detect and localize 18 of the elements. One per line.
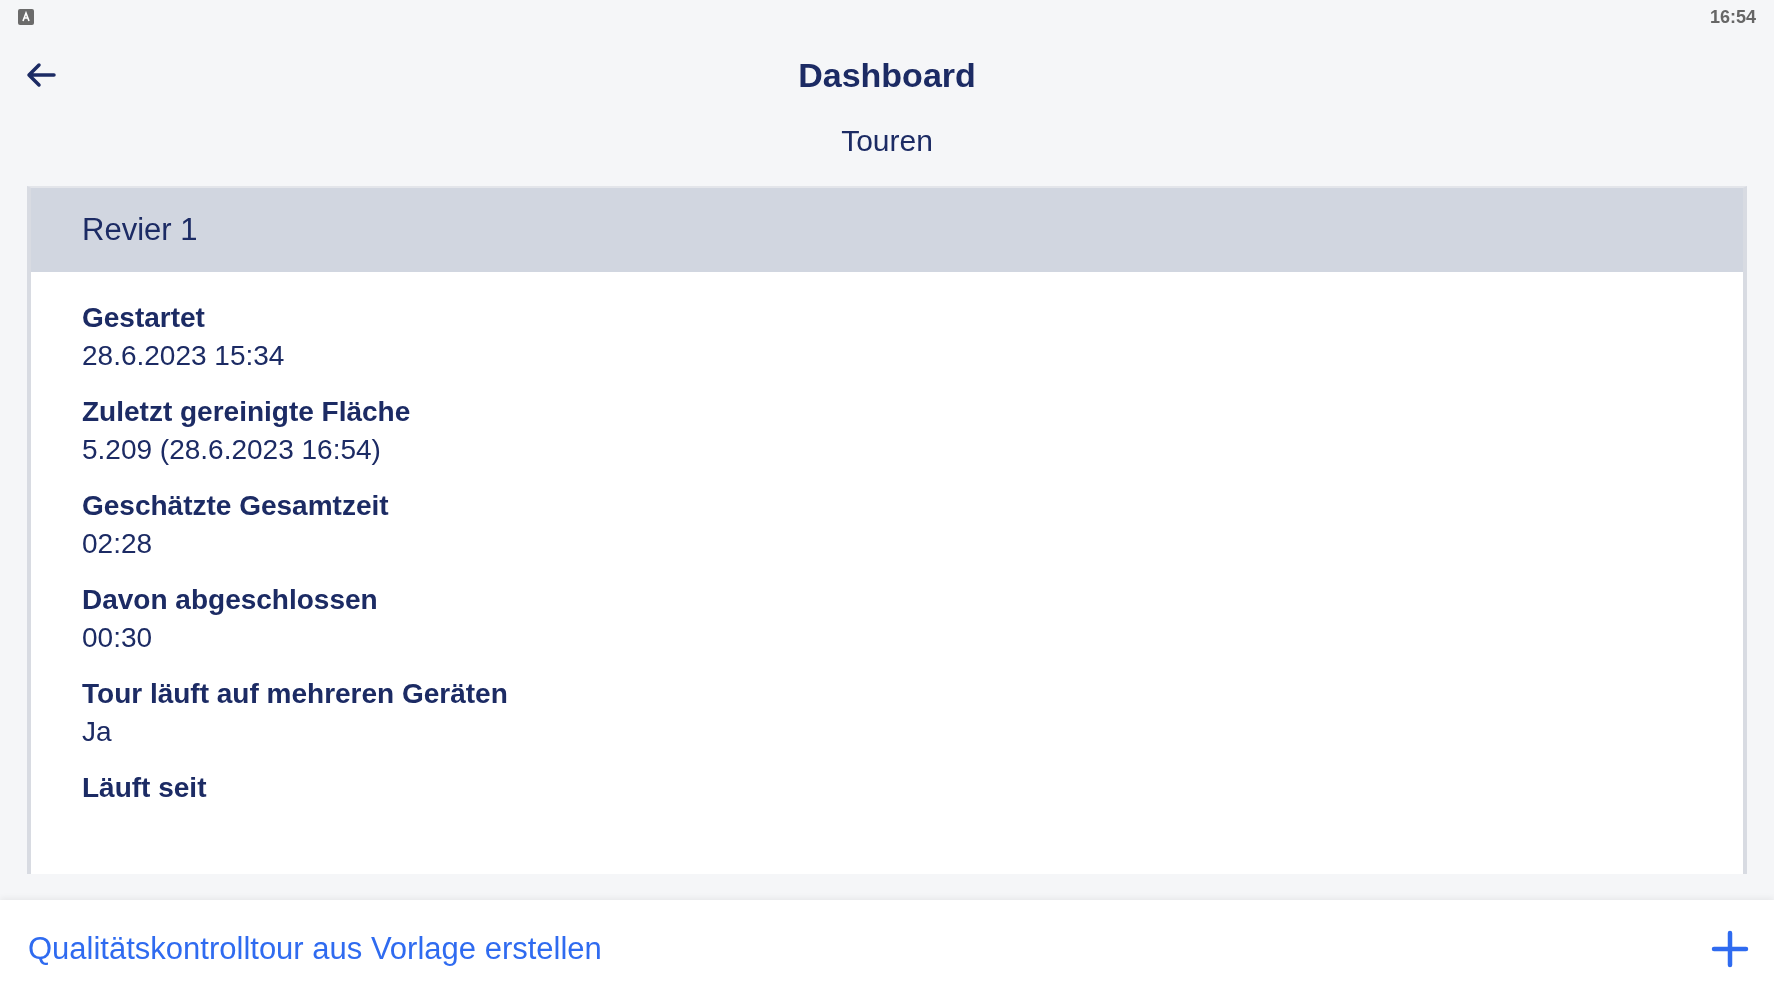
add-icon[interactable] [1710, 929, 1750, 969]
section-title: Touren [841, 124, 933, 157]
field-value: 00:30 [82, 622, 154, 655]
field-label: Läuft seit [82, 772, 208, 804]
field-label: Zuletzt gereinigte Fläche [82, 396, 412, 428]
page-title: Dashboard [798, 55, 976, 95]
field-label: Davon abgeschlossen [82, 584, 379, 616]
field-value: Ja [82, 716, 113, 749]
field-label: Geschätzte Gesamtzeit [82, 490, 390, 522]
field-value: 28.6.2023 15:34 [82, 340, 286, 373]
create-tour-link[interactable]: Qualitätskontrolltour aus Vorlage erstellen [28, 931, 602, 967]
field-value: 5.209 (28.6.2023 16:54) [82, 434, 382, 467]
field-label: Tour läuft auf mehreren Geräten [82, 678, 509, 710]
field-label: Gestartet [82, 302, 206, 334]
keyboard-icon [18, 9, 34, 25]
field-value: 02:28 [82, 528, 154, 561]
card-title: Revier 1 [82, 212, 198, 248]
clock-time: 16:54 [1709, 6, 1756, 28]
